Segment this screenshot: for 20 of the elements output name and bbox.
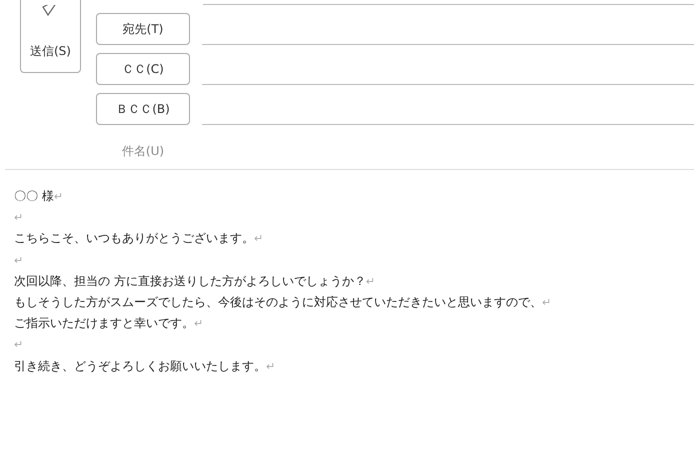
address-button[interactable]: ＢＣＣ(B) <box>96 93 190 125</box>
address-button[interactable]: ＣＣ(C) <box>96 53 190 85</box>
paragraph-mark: ↵ <box>542 296 552 309</box>
paragraph-mark: ↵ <box>366 274 376 288</box>
paragraph-mark: ↵ <box>54 190 64 203</box>
paragraph-mark: ↵ <box>266 360 276 372</box>
body-text: こちらこそ、いつもありがとうございます。 <box>14 231 254 246</box>
body-text: 引き続き、どうぞよろしくお願いいたします。 <box>14 358 266 372</box>
send-button[interactable]: 送信(S) <box>20 0 81 73</box>
body-text: ご指示いただけますと幸いです。 <box>14 316 194 330</box>
paragraph-mark: ↵ <box>14 211 24 224</box>
paragraph-mark: ↵ <box>14 338 24 352</box>
paragraph-mark: ↵ <box>14 254 24 267</box>
paragraph-mark: ↵ <box>254 232 264 246</box>
body-text: もしそうした方がスムーズでしたら、今後はそのように対応させていただきたいと思いますので、 <box>14 294 542 309</box>
body-text: 〇〇 様 <box>14 189 54 203</box>
subject-label: 件名(U) <box>120 143 166 160</box>
paragraph-mark: ↵ <box>194 317 204 330</box>
body-text: 次回以降、担当の 方に直接お送りした方がよろしいでしょうか？ <box>14 274 366 288</box>
address-button[interactable]: 宛先(T) <box>96 13 190 45</box>
